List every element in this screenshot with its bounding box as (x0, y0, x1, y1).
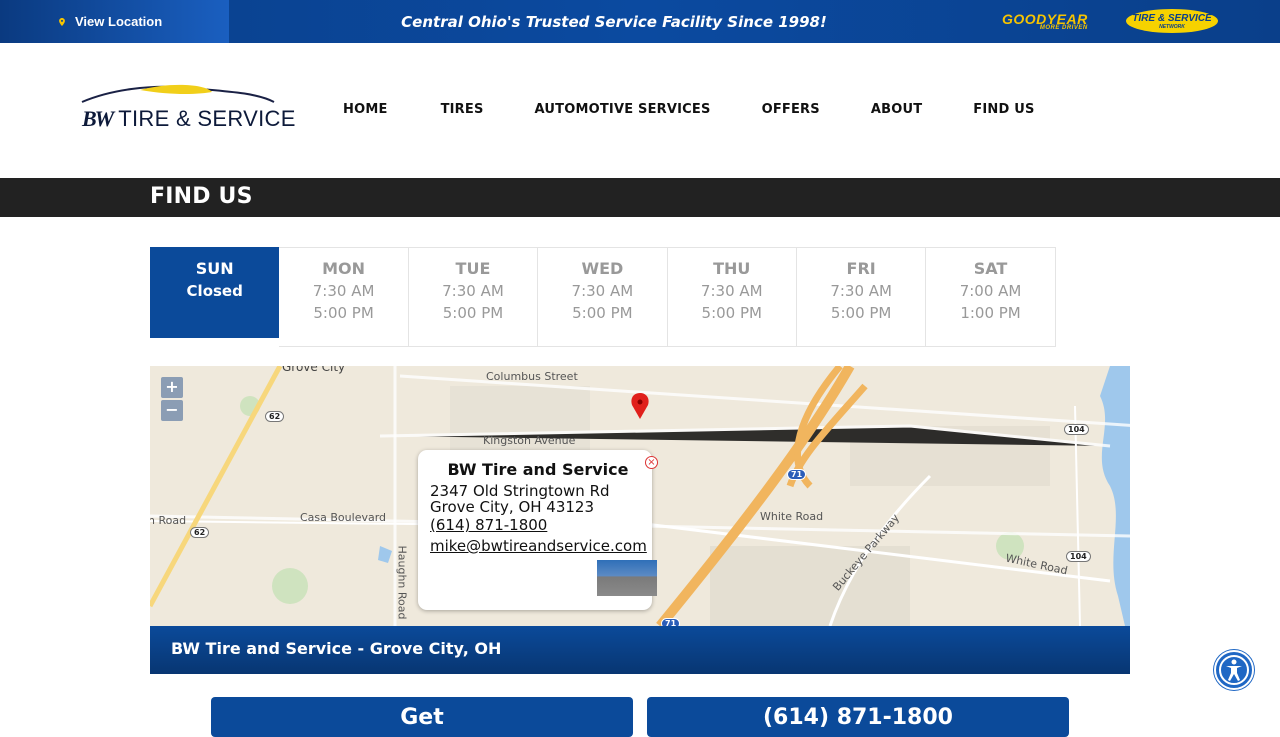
network-logo-sub: NETWORK (1159, 23, 1185, 30)
nav-about[interactable]: ABOUT (871, 102, 922, 117)
hours-saturday: SAT 7:00 AM 1:00 PM (926, 247, 1056, 347)
popup-address-line1: 2347 Old Stringtown Rd (430, 482, 610, 500)
day-open: 7:30 AM (830, 282, 892, 300)
day-close: 5:00 PM (830, 304, 892, 322)
map-info-popup: × BW Tire and Service 2347 Old Stringtow… (418, 450, 658, 610)
store-photo-thumbnail (597, 560, 657, 596)
popup-email-link[interactable]: mike@bwtireandservice.com (430, 536, 652, 557)
popup-phone-link[interactable]: (614) 871-1800 (430, 515, 652, 536)
goodyear-logo[interactable]: GOODYEAR MORE DRIVEN (1002, 11, 1088, 31)
zoom-in-button[interactable]: + (161, 377, 183, 398)
day-close: 5:00 PM (572, 304, 633, 322)
map-label-casa-boulevard: Casa Boulevard (300, 511, 387, 524)
call-phone-button[interactable]: (614) 871-1800 (647, 697, 1069, 737)
site-logo[interactable]: BW TIRE & SERVICE (80, 82, 295, 134)
day-name: THU (713, 259, 751, 278)
popup-address-line2: Grove City, OH 43123 (430, 498, 595, 516)
close-icon[interactable]: × (645, 456, 658, 469)
day-close: 5:00 PM (701, 304, 762, 322)
day-open: 7:30 AM (571, 282, 634, 300)
day-open: 7:30 AM (312, 282, 375, 300)
day-name: SAT (973, 259, 1008, 278)
hours-friday: FRI 7:30 AM 5:00 PM (796, 247, 927, 347)
location-map[interactable]: + − Grove City Columbus Street Kingston … (150, 366, 1130, 626)
hours-sunday: SUN Closed (150, 247, 280, 338)
map-zoom-controls: + − (161, 377, 183, 423)
map-label-grove-city: Grove City (282, 366, 346, 374)
accessibility-icon (1219, 655, 1249, 685)
nav-tires[interactable]: TIRES (441, 102, 484, 117)
hours-tuesday: TUE 7:30 AM 5:00 PM (408, 247, 539, 347)
day-name: FRI (846, 259, 876, 278)
main-nav: HOME TIRES AUTOMOTIVE SERVICES OFFERS AB… (343, 102, 1035, 117)
day-name: TUE (455, 259, 491, 278)
view-location-link[interactable]: View Location (0, 0, 229, 43)
tagline: Central Ohio's Trusted Service Facility … (401, 12, 827, 31)
hours-thursday: THU 7:30 AM 5:00 PM (667, 247, 797, 347)
hours-monday: MON 7:30 AM 5:00 PM (279, 247, 409, 347)
top-bar: View Location Central Ohio's Trusted Ser… (0, 0, 1280, 43)
map-pin-icon (59, 17, 65, 26)
zoom-out-button[interactable]: − (161, 400, 183, 421)
map-label-n-road: n Road (150, 514, 187, 527)
route-104-shield: 104 (1066, 551, 1091, 562)
nav-find-us[interactable]: FIND US (973, 102, 1034, 117)
hours-wednesday: WED 7:30 AM 5:00 PM (538, 247, 668, 347)
route-62-shield: 62 (265, 411, 285, 422)
day-open: 7:00 AM (959, 282, 1022, 300)
day-close: 5:00 PM (313, 304, 374, 322)
nav-home[interactable]: HOME (343, 102, 388, 117)
view-location-label: View Location (75, 14, 163, 29)
page-title-bar: FIND US (0, 178, 1280, 217)
route-62-shield: 62 (190, 527, 210, 538)
accessibility-button[interactable] (1214, 650, 1254, 690)
interstate-71-shield: 71 (661, 618, 681, 626)
route-104-shield: 104 (1064, 424, 1089, 435)
map-label-kingston-avenue: Kingston Avenue (483, 434, 576, 447)
interstate-71-shield: 71 (787, 469, 807, 480)
map-caption: BW Tire and Service - Grove City, OH (171, 639, 502, 658)
map-label-haughn-road: Haughn Road (395, 545, 409, 620)
map-caption-bar: BW Tire and Service - Grove City, OH (150, 626, 1130, 674)
logo-bw: BW (82, 106, 114, 131)
day-open: 7:30 AM (700, 282, 763, 300)
map-label-white-road: White Road (760, 510, 824, 523)
day-name: WED (581, 259, 624, 278)
nav-offers[interactable]: OFFERS (762, 102, 820, 117)
day-name: SUN (195, 259, 234, 278)
day-close: 5:00 PM (442, 304, 504, 322)
tire-service-network-logo[interactable]: TIRE & SERVICE NETWORK (1126, 9, 1218, 33)
store-hours: SUN Closed MON 7:30 AM 5:00 PM TUE 7:30 AM 5:… (150, 247, 1056, 347)
map-label-columbus-street: Columbus Street (486, 370, 578, 383)
nav-automotive-services[interactable]: AUTOMOTIVE SERVICES (535, 102, 711, 117)
day-name: MON (322, 259, 366, 278)
day-close: 1:00 PM (960, 304, 1021, 322)
page-title: FIND US (150, 184, 253, 209)
network-logo-text: TIRE & SERVICE (1132, 12, 1212, 24)
get-directions-button[interactable]: Get (211, 697, 633, 737)
site-header: BW TIRE & SERVICE HOME TIRES AUTOMOTIVE … (0, 43, 1280, 178)
popup-title: BW Tire and Service (447, 460, 629, 479)
day-open: Closed (186, 282, 243, 300)
day-open: 7:30 AM (442, 282, 504, 300)
logo-text: TIRE & SERVICE (118, 106, 296, 131)
